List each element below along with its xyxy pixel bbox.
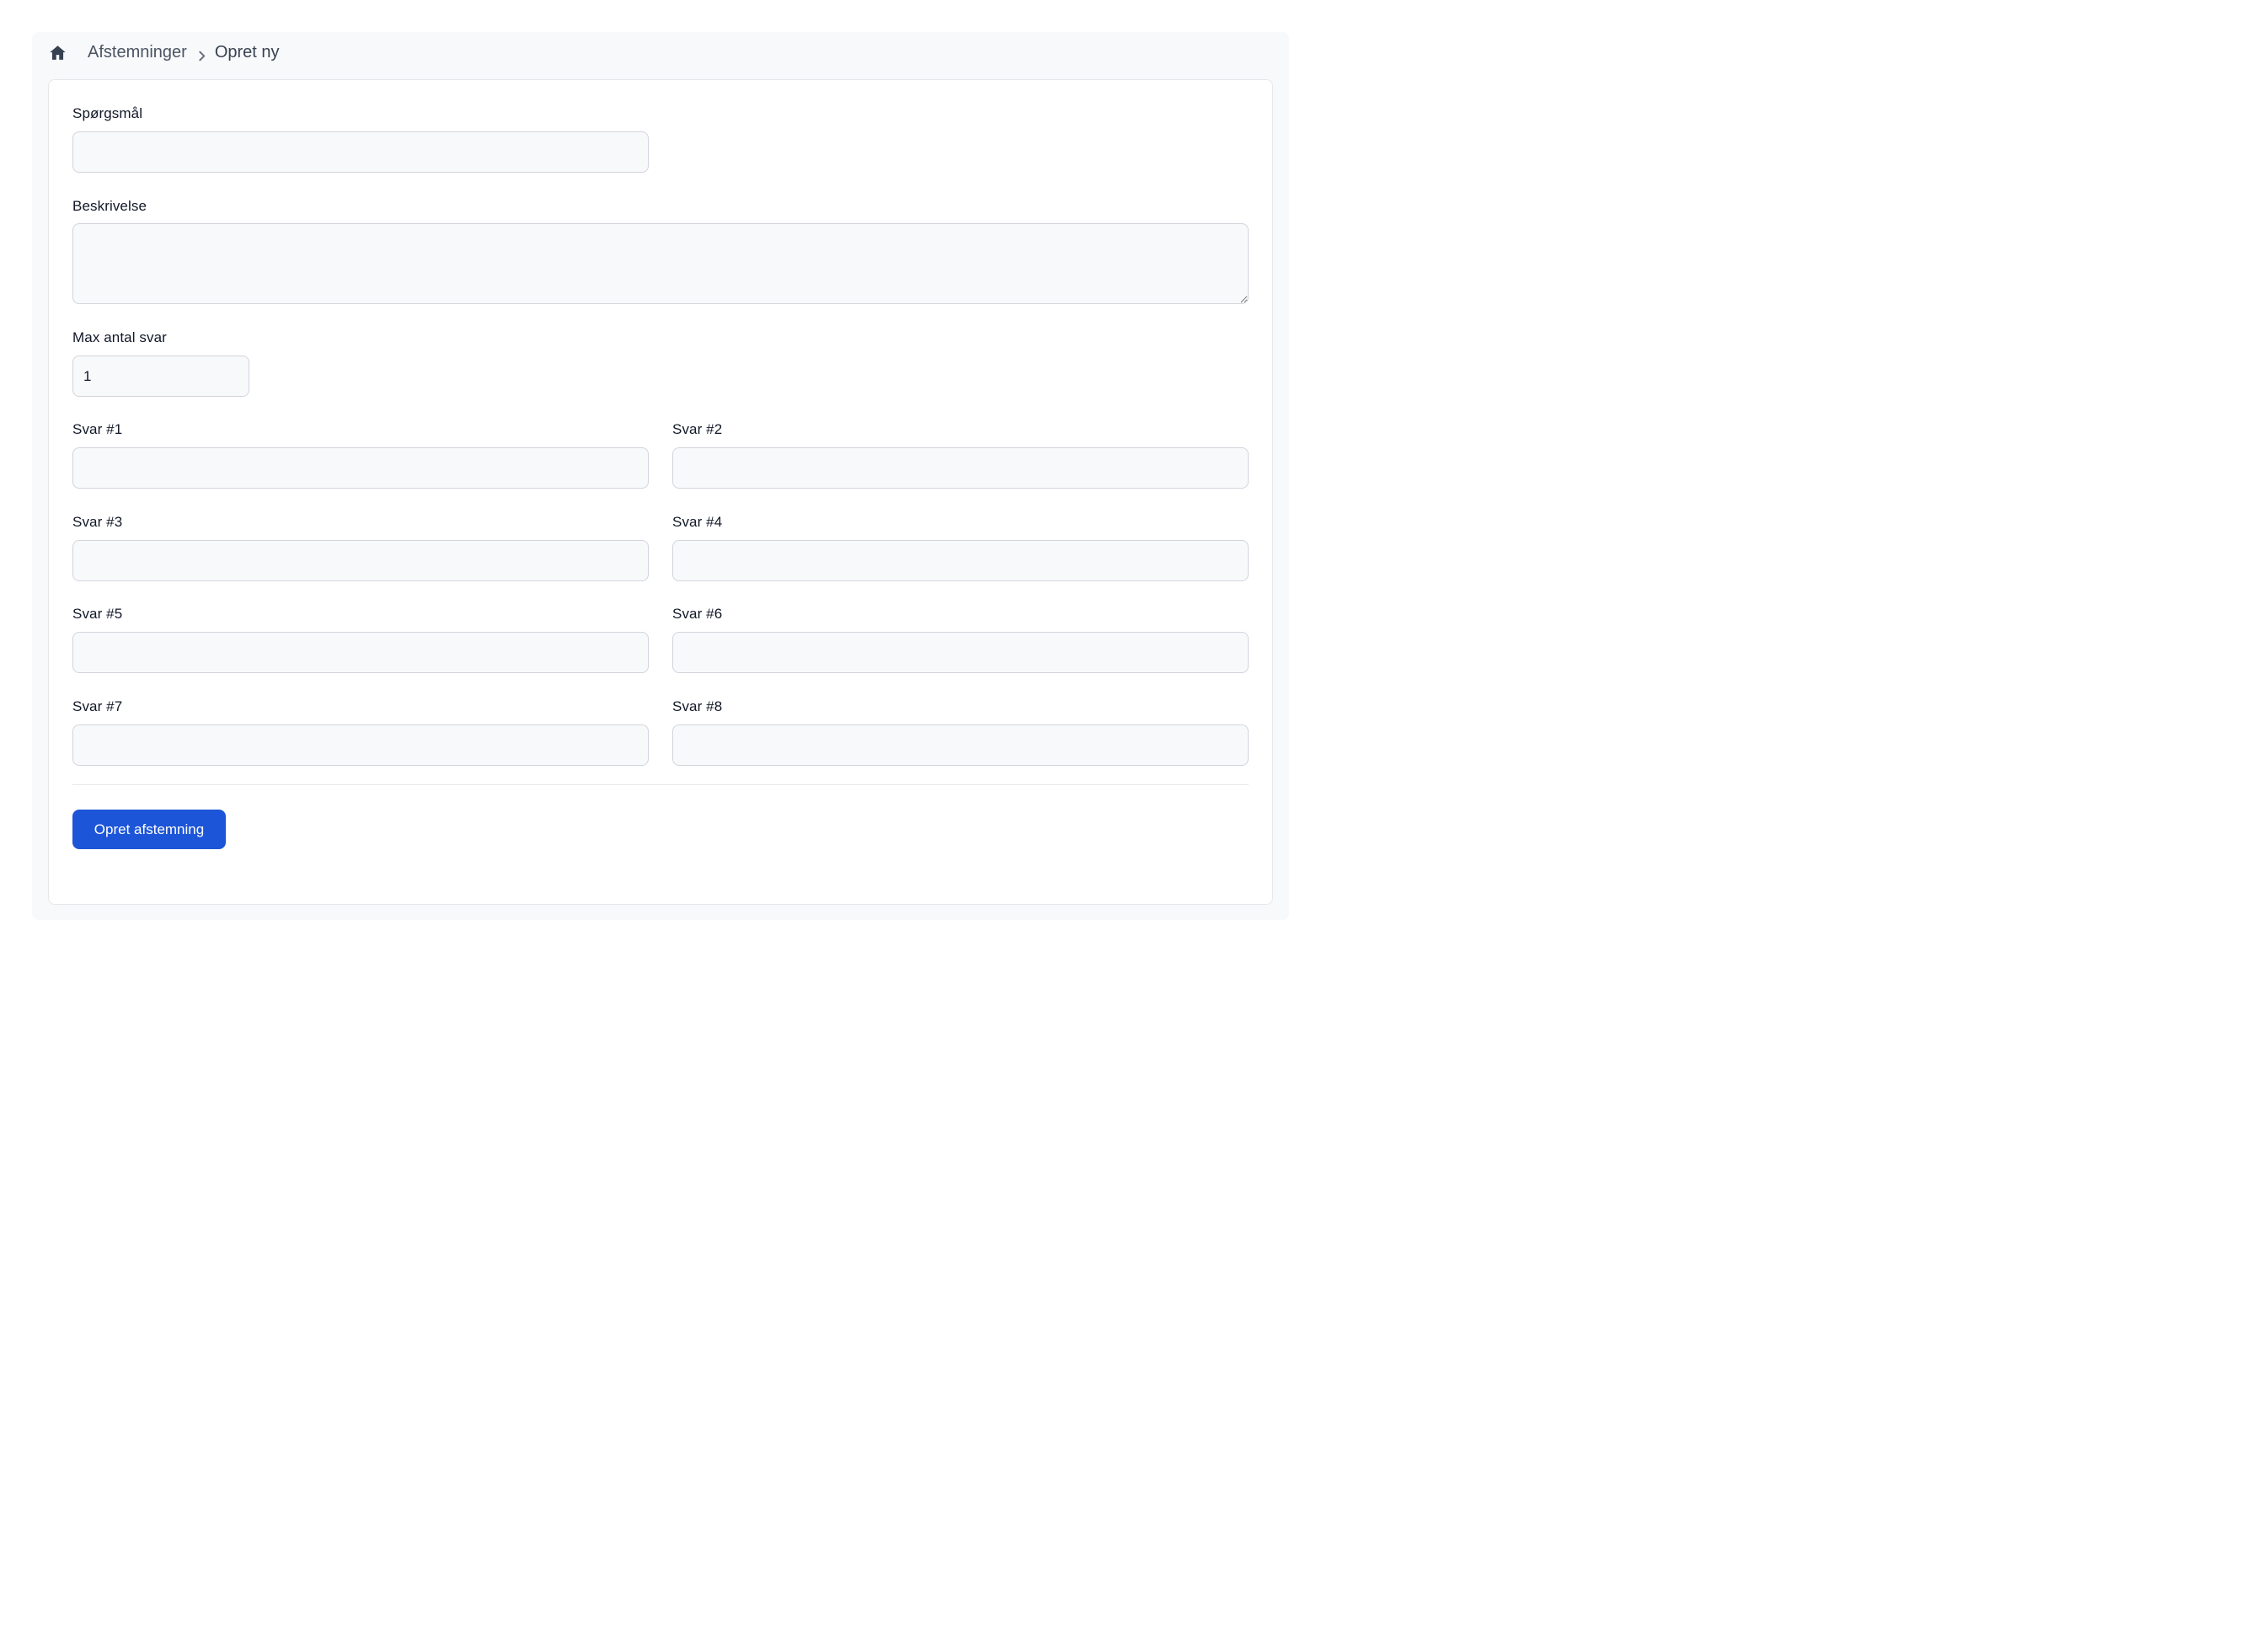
answer-1-input[interactable] — [72, 447, 649, 489]
answer-3-input[interactable] — [72, 540, 649, 581]
answer-4-label: Svar #4 — [672, 514, 723, 530]
max-answers-label: Max antal svar — [72, 329, 167, 345]
form-divider — [72, 784, 1249, 785]
answer-1-label: Svar #1 — [72, 421, 123, 437]
answer-3-label: Svar #3 — [72, 514, 123, 530]
chevron-right-icon — [196, 47, 207, 61]
answer-6-input[interactable] — [672, 632, 1249, 673]
breadcrumb-link-afstemninger[interactable]: Afstemninger — [88, 43, 187, 62]
answer-8-label: Svar #8 — [672, 698, 723, 714]
breadcrumb: Afstemninger Opret ny — [49, 40, 280, 64]
question-label: Spørgsmål — [72, 105, 143, 121]
answer-7-input[interactable] — [72, 724, 649, 766]
create-poll-button[interactable]: Opret afstemning — [72, 810, 226, 849]
description-textarea[interactable] — [72, 223, 1249, 304]
answer-8-input[interactable] — [672, 724, 1249, 766]
description-label: Beskrivelse — [72, 198, 147, 214]
breadcrumb-current: Opret ny — [214, 42, 280, 61]
home-icon[interactable] — [49, 44, 67, 61]
form-card — [48, 79, 1273, 905]
answer-5-label: Svar #5 — [72, 606, 123, 622]
answer-5-input[interactable] — [72, 632, 649, 673]
max-answers-input[interactable] — [72, 356, 249, 397]
answer-7-label: Svar #7 — [72, 698, 123, 714]
answer-4-input[interactable] — [672, 540, 1249, 581]
question-input[interactable] — [72, 131, 649, 173]
answer-2-input[interactable] — [672, 447, 1249, 489]
answer-6-label: Svar #6 — [672, 606, 723, 622]
answer-2-label: Svar #2 — [672, 421, 723, 437]
